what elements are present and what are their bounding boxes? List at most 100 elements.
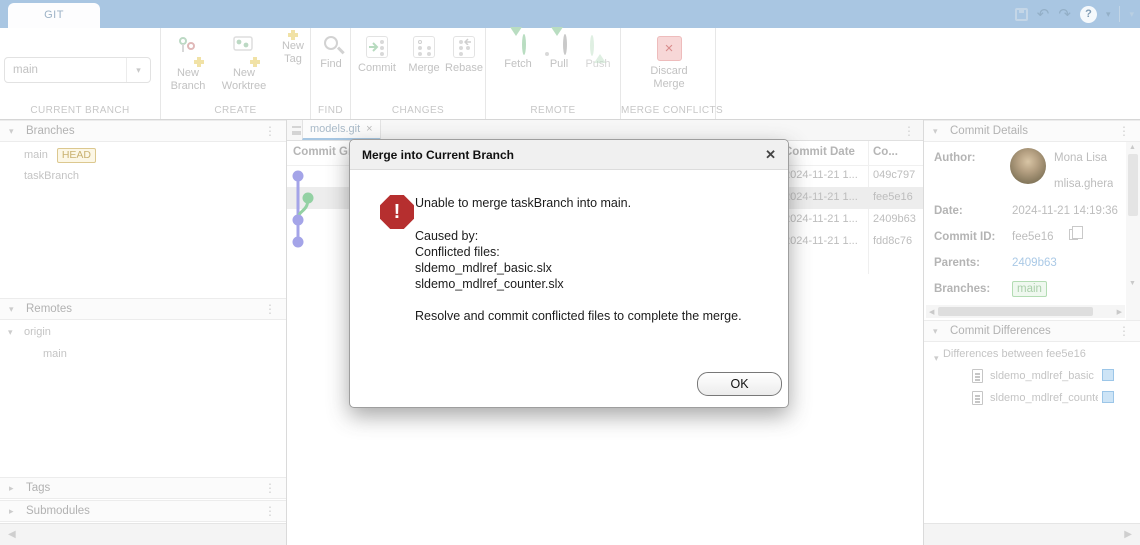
section-merge-conflicts: × Discard Merge MERGE CONFLICTS xyxy=(621,28,716,119)
collapse-arrow-icon[interactable]: ▾ xyxy=(9,126,14,137)
tags-section-header[interactable]: ▸ Tags ⋮ xyxy=(0,477,286,499)
origin-label: origin xyxy=(24,326,51,338)
save-icon[interactable] xyxy=(1015,8,1028,21)
collapse-arrow-icon[interactable]: ▾ xyxy=(933,126,938,137)
section-current-branch: main ▾ CURRENT BRANCH xyxy=(0,28,161,119)
help-icon[interactable]: ? xyxy=(1080,6,1097,23)
new-branch-button[interactable]: New Branch xyxy=(165,36,211,93)
find-label: Find xyxy=(320,58,341,71)
new-worktree-button[interactable]: New Worktree xyxy=(213,36,275,93)
remotes-section-header[interactable]: ▾ Remotes ⋮ xyxy=(0,298,286,320)
expand-arrow-icon[interactable]: ▸ xyxy=(9,483,14,494)
branch-item-taskbranch[interactable]: taskBranch xyxy=(24,170,79,182)
scrollbar-thumb[interactable] xyxy=(938,307,1093,316)
push-icon xyxy=(590,36,606,54)
tab-git[interactable]: GIT xyxy=(8,3,100,28)
copy-icon[interactable] xyxy=(1069,229,1078,240)
fetch-button[interactable]: Fetch xyxy=(498,36,538,71)
new-tag-button[interactable]: New Tag xyxy=(277,36,309,66)
dialog-titlebar[interactable]: Merge into Current Branch ✕ xyxy=(350,140,788,170)
commit-id-value: fee5e16 xyxy=(1012,231,1054,243)
merge-label: Merge xyxy=(408,62,439,75)
conflicted-files-line: Conflicted files: xyxy=(415,244,760,260)
close-tab-icon[interactable]: × xyxy=(366,123,372,135)
ribbon-toolbar: main ▾ CURRENT BRANCH New Branch New Wor… xyxy=(0,28,1140,120)
titlebar: GIT ↶ ↷ ? ▾ ▾ xyxy=(0,0,1140,28)
redo-icon[interactable]: ↷ xyxy=(1058,7,1071,22)
scrollbar-thumb[interactable] xyxy=(1128,154,1138,216)
collapse-arrow-icon[interactable]: ▾ xyxy=(934,353,939,363)
discard-merge-button[interactable]: × Discard Merge xyxy=(639,36,699,91)
scroll-down-icon[interactable]: ▼ xyxy=(1129,280,1136,287)
section-label: FIND xyxy=(311,105,350,116)
kebab-menu-icon[interactable]: ⋮ xyxy=(264,504,276,518)
scroll-left-icon[interactable]: ◀ xyxy=(929,308,934,316)
kebab-menu-icon[interactable]: ⋮ xyxy=(264,481,276,495)
rebase-icon xyxy=(453,36,475,58)
submodules-section-header[interactable]: ▸ Submodules ⋮ xyxy=(0,500,286,522)
horizontal-scrollbar[interactable]: ◀ ▶ xyxy=(926,305,1125,318)
current-branch-combobox[interactable]: main ▾ xyxy=(4,57,151,83)
tags-title: Tags xyxy=(26,482,50,494)
minimize-ribbon-icon[interactable]: ▾ xyxy=(1129,10,1134,19)
file-icon xyxy=(972,369,983,383)
parent-commit-link[interactable]: 2409b63 xyxy=(1012,257,1057,269)
diff-checkbox[interactable] xyxy=(1102,391,1114,403)
kebab-menu-icon[interactable]: ⋮ xyxy=(1118,324,1130,338)
commit-id: 049c797 xyxy=(873,169,919,181)
push-button[interactable]: Push xyxy=(580,36,616,71)
scroll-up-icon[interactable]: ▲ xyxy=(1129,144,1136,151)
new-branch-label: New Branch xyxy=(165,67,211,93)
scroll-right-icon[interactable]: ▶ xyxy=(1117,308,1122,316)
collapse-panel-icon[interactable]: ▶ xyxy=(1124,529,1132,540)
differences-group[interactable]: ▾ Differences between fee5e16 xyxy=(934,348,1134,366)
branch-item-main[interactable]: mainHEAD xyxy=(24,148,96,163)
section-label: CHANGES xyxy=(351,105,485,116)
collapse-panel-icon[interactable]: ◀ xyxy=(8,529,16,540)
help-dropdown-icon[interactable]: ▾ xyxy=(1106,10,1111,19)
pull-button[interactable]: Pull xyxy=(541,36,577,71)
commit-details-panel: ▾ Commit Details ⋮ Author: Mona Lisa mli… xyxy=(923,120,1140,545)
column-header-date[interactable]: Commit Date xyxy=(784,146,855,158)
collapse-arrow-icon[interactable]: ▾ xyxy=(9,304,14,315)
merge-button[interactable]: Merge xyxy=(403,36,445,75)
commit-details-header[interactable]: ▾ Commit Details ⋮ xyxy=(924,120,1140,142)
expand-arrow-icon[interactable]: ▸ xyxy=(9,506,14,517)
commit-graph xyxy=(287,165,347,265)
kebab-menu-icon[interactable]: ⋮ xyxy=(903,124,915,138)
collapse-arrow-icon[interactable]: ▾ xyxy=(8,327,13,338)
kebab-menu-icon[interactable]: ⋮ xyxy=(1118,124,1130,138)
commit-differences-header[interactable]: ▾ Commit Differences ⋮ xyxy=(924,320,1140,342)
column-header-id[interactable]: Co... xyxy=(873,146,898,158)
new-worktree-icon xyxy=(233,36,255,63)
combobox-arrow-icon[interactable]: ▾ xyxy=(126,58,150,82)
new-worktree-label: New Worktree xyxy=(213,67,275,93)
remote-item-origin[interactable]: ▾ origin xyxy=(24,326,51,338)
dialog-cause-block: Caused by: Conflicted files: sldemo_mdlr… xyxy=(415,228,760,292)
remotes-title: Remotes xyxy=(26,303,72,315)
ok-button[interactable]: OK xyxy=(697,372,782,396)
left-panel-bottombar: ◀ xyxy=(0,523,286,545)
tab-models-git[interactable]: models.git × xyxy=(302,120,381,140)
remote-branch-main[interactable]: main xyxy=(43,348,67,360)
collapse-arrow-icon[interactable]: ▾ xyxy=(933,326,938,337)
branches-section-header[interactable]: ▾ Branches ⋮ xyxy=(0,120,286,142)
pull-icon xyxy=(551,36,567,54)
section-label: REMOTE xyxy=(486,105,620,116)
kebab-menu-icon[interactable]: ⋮ xyxy=(264,302,276,316)
vertical-scrollbar[interactable]: ▲ ▼ xyxy=(1126,142,1140,320)
commit-node xyxy=(293,237,304,248)
find-button[interactable]: Find xyxy=(317,36,345,71)
kebab-menu-icon[interactable]: ⋮ xyxy=(264,124,276,138)
document-bar-icon[interactable] xyxy=(292,126,301,135)
dialog-message: Unable to merge taskBranch into main. xyxy=(415,195,760,211)
section-remote: Fetch Pull Push REMOTE xyxy=(486,28,621,119)
dialog-close-icon[interactable]: ✕ xyxy=(765,147,776,163)
diff-checkbox[interactable] xyxy=(1102,369,1114,381)
commit-button[interactable]: Commit xyxy=(353,36,401,75)
dialog-title: Merge into Current Branch xyxy=(362,148,514,162)
rebase-button[interactable]: Rebase xyxy=(443,36,485,75)
undo-icon[interactable]: ↶ xyxy=(1037,7,1050,22)
fetch-icon xyxy=(510,36,526,54)
current-branch-value: main xyxy=(13,58,38,82)
